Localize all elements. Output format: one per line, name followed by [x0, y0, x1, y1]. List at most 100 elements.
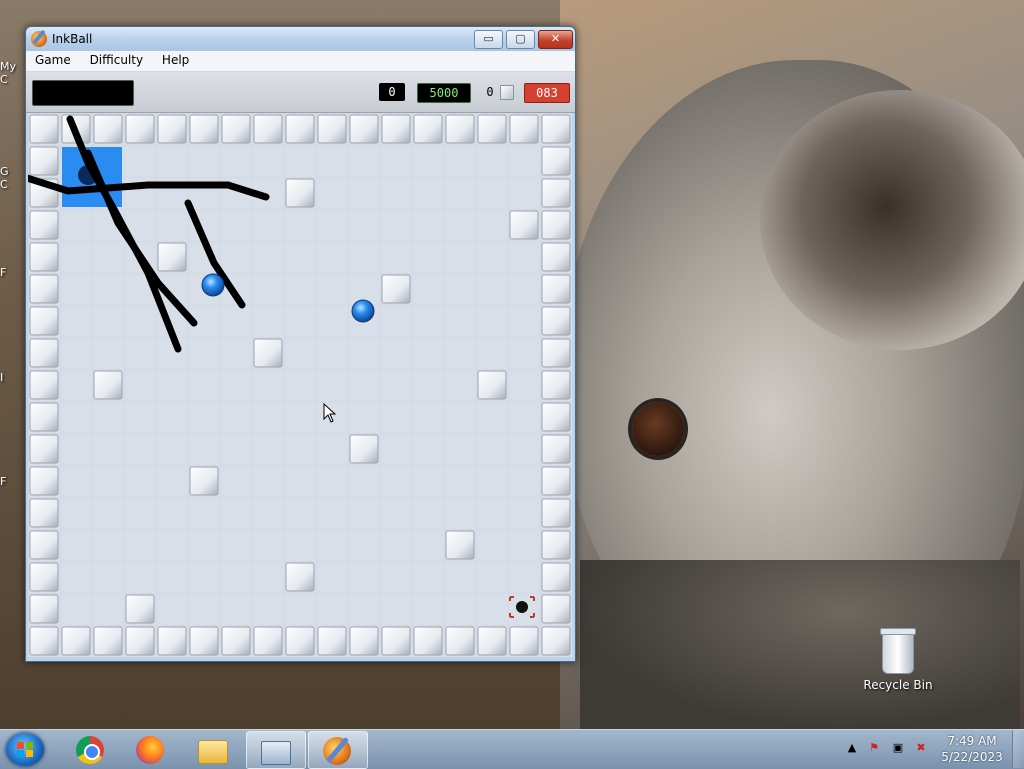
recycle-bin-label: Recycle Bin — [863, 678, 933, 692]
desktop-icon-label-partial[interactable]: F — [0, 475, 26, 488]
wall-tile — [349, 434, 379, 464]
wall-tile — [93, 370, 123, 400]
title-bar[interactable]: InkBall ▭ ▢ ✕ — [26, 27, 575, 51]
wall-tile — [477, 626, 507, 656]
recycle-bin-icon[interactable]: Recycle Bin — [858, 628, 938, 692]
clock-time: 7:49 AM — [947, 734, 997, 748]
menu-help[interactable]: Help — [156, 51, 195, 69]
wall-tile — [541, 434, 571, 464]
desktop-icon-label-partial[interactable]: My C — [0, 60, 26, 86]
clock-date: 5/22/2023 — [941, 750, 1003, 764]
desktop-icon-label-partial[interactable]: G — [0, 165, 26, 178]
wall-tile — [157, 626, 187, 656]
wall-tile — [445, 114, 475, 144]
wall-tile — [541, 242, 571, 272]
taskbar-inkball[interactable] — [308, 731, 368, 769]
wall-tile — [349, 626, 379, 656]
balls-count: 0 — [486, 85, 494, 99]
wall-tile — [253, 114, 283, 144]
network-icon[interactable]: ▣ — [890, 740, 906, 756]
timer-display: 083 — [524, 83, 570, 103]
wall-tile — [93, 626, 123, 656]
wall-tile — [509, 210, 539, 240]
wall-tile — [125, 626, 155, 656]
wall-tile — [29, 626, 59, 656]
taskbar-firefox[interactable] — [122, 731, 180, 767]
wall-tile — [285, 626, 315, 656]
action-center-icon[interactable]: ⚑ — [866, 740, 882, 756]
wall-tile — [541, 178, 571, 208]
wall-tile — [541, 210, 571, 240]
folder-icon — [198, 740, 228, 764]
keyboard-icon — [261, 741, 291, 765]
wall-tile — [29, 498, 59, 528]
wall-tile — [381, 626, 411, 656]
desktop-icon-label-partial[interactable]: I — [0, 371, 26, 384]
inkball-app-icon — [31, 31, 47, 47]
wall-tile — [29, 402, 59, 432]
wall-tile — [29, 370, 59, 400]
wall-tile — [541, 530, 571, 560]
wall-tile — [29, 338, 59, 368]
inkball-icon — [323, 737, 351, 765]
maximize-button[interactable]: ▢ — [506, 30, 535, 49]
wall-tile — [29, 594, 59, 624]
wall-tile — [125, 114, 155, 144]
wall-tile — [541, 498, 571, 528]
wall-tile — [285, 178, 315, 208]
system-clock[interactable]: 7:49 AM 5/22/2023 — [936, 733, 1008, 765]
volume-muted-icon[interactable]: ✖ — [913, 740, 929, 756]
wall-tile — [477, 114, 507, 144]
blue-ball — [351, 299, 375, 323]
wall-tile — [189, 466, 219, 496]
wall-tile — [29, 530, 59, 560]
firefox-icon — [136, 736, 164, 764]
menu-difficulty[interactable]: Difficulty — [84, 51, 150, 69]
desktop-icon-label-partial[interactable]: F — [0, 266, 26, 279]
wall-tile — [413, 626, 443, 656]
wall-tile — [61, 626, 91, 656]
wall-tile — [29, 114, 59, 144]
score-bar: 0 5000 0 083 — [26, 72, 575, 113]
wall-tile — [541, 466, 571, 496]
inkball-window: InkBall ▭ ▢ ✕ Game Difficulty Help 0 500… — [25, 26, 576, 662]
minimize-button[interactable]: ▭ — [474, 30, 503, 49]
wall-tile — [29, 434, 59, 464]
wall-tile — [541, 370, 571, 400]
wall-tile — [221, 114, 251, 144]
show-hidden-icons-icon[interactable]: ▲ — [844, 740, 860, 756]
wall-tile — [477, 370, 507, 400]
wall-tile — [381, 114, 411, 144]
wall-tile — [541, 594, 571, 624]
wall-tile — [509, 626, 539, 656]
taskbar-on-screen-keyboard[interactable] — [246, 731, 306, 769]
wall-tile — [189, 114, 219, 144]
wall-tile — [413, 114, 443, 144]
start-button[interactable] — [6, 733, 44, 766]
wall-tile — [157, 242, 187, 272]
wall-tile — [541, 402, 571, 432]
trash-icon — [880, 628, 916, 674]
taskbar-explorer[interactable] — [184, 731, 242, 767]
menu-bar: Game Difficulty Help — [26, 51, 575, 72]
game-board-canvas[interactable] — [28, 113, 572, 657]
wallpaper-koala-body — [580, 560, 1020, 730]
wall-tile — [541, 562, 571, 592]
wall-tile — [253, 626, 283, 656]
mouse-pointer-icon — [323, 403, 337, 423]
show-desktop-button[interactable] — [1012, 730, 1024, 768]
close-button[interactable]: ✕ — [538, 30, 573, 49]
wall-tile — [285, 562, 315, 592]
taskbar-chrome[interactable] — [62, 731, 120, 767]
wall-tile — [509, 114, 539, 144]
high-score-display: 5000 — [417, 83, 471, 103]
menu-game[interactable]: Game — [29, 51, 77, 69]
desktop-icon-label-partial[interactable]: C — [0, 178, 26, 191]
chrome-icon — [76, 736, 104, 764]
game-board[interactable] — [28, 113, 572, 657]
wall-tile — [93, 114, 123, 144]
wall-tile — [445, 626, 475, 656]
wall-tile — [541, 146, 571, 176]
wall-tile — [29, 466, 59, 496]
wall-tile — [541, 338, 571, 368]
